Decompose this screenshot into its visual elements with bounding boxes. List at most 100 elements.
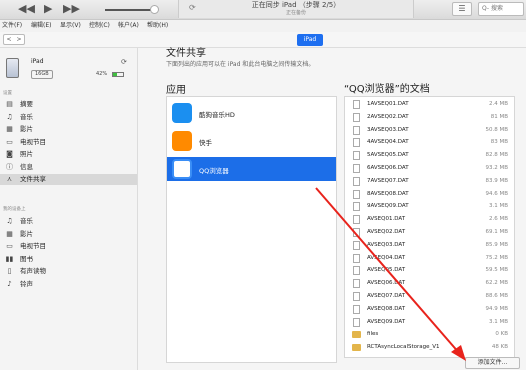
file-row[interactable]: AVSEQ01.DAT 2.6 MB: [345, 214, 514, 225]
app-row[interactable]: 快手: [167, 129, 336, 153]
sidebar-item-movie[interactable]: ▦ 影片: [0, 124, 137, 135]
sidebar-item-audiobook[interactable]: ▯ 有声读物: [0, 266, 137, 277]
sidebar-item-book[interactable]: ▮▮ 图书: [0, 254, 137, 265]
file-row[interactable]: AVSEQ04.DAT 75.2 MB: [345, 253, 514, 264]
menu-help[interactable]: 帮助(H): [147, 21, 168, 31]
document-size: 59.5 MB: [485, 267, 508, 274]
document-size: 0 KB: [495, 331, 508, 338]
play-icon[interactable]: ▶: [44, 2, 52, 16]
music-icon: ♫: [6, 112, 13, 121]
sidebar-item-music[interactable]: ♫ 音乐: [0, 216, 137, 227]
sidebar-item-label: 电视节目: [20, 137, 46, 146]
status-title: 正在同步 iPad （步骤 2/5）: [251, 1, 341, 9]
battery-percent: 42%: [96, 71, 108, 77]
document-icon: [353, 279, 360, 289]
sidebar-item-file-sharing[interactable]: ⋏ 文件共享: [0, 174, 137, 185]
audiobook-icon: ▯: [7, 267, 12, 275]
forward-icon[interactable]: >: [14, 35, 24, 44]
document-name: AVSEQ09.DAT: [367, 318, 406, 325]
fast-forward-icon[interactable]: ▶▶: [63, 2, 80, 16]
document-name: RCTAsyncLocalStorage_V1: [367, 344, 440, 351]
device-button[interactable]: iPad: [297, 34, 323, 46]
sidebar-item-summary[interactable]: ▤ 摘要: [0, 99, 137, 110]
rewind-icon[interactable]: ◀◀: [18, 2, 35, 16]
file-row[interactable]: AVSEQ05.DAT 59.5 MB: [345, 265, 514, 276]
document-icon: [353, 151, 360, 161]
folder-row[interactable]: RCTAsyncLocalStorage_V1 48 KB: [345, 342, 514, 353]
sync-icon[interactable]: ⟳: [121, 58, 127, 66]
add-file-button[interactable]: 添加文件...: [465, 357, 520, 369]
document-size: 62.2 MB: [485, 280, 508, 287]
document-name: AVSEQ06.DAT: [367, 280, 406, 287]
sidebar-item-label: 摘要: [20, 100, 33, 108]
document-icon: [353, 176, 360, 186]
status-subtitle: 正在备份: [285, 10, 306, 16]
document-name: files: [367, 331, 379, 338]
document-icon: [353, 215, 360, 225]
bell-icon: ♪: [7, 279, 12, 288]
file-row[interactable]: AVSEQ09.DAT 3.1 MB: [345, 317, 514, 328]
sidebar-item-photo[interactable]: ◙ 照片: [0, 149, 137, 160]
document-size: 3.1 MB: [488, 203, 508, 210]
file-row[interactable]: 1AVSEQ01.DAT 2.4 MB: [345, 99, 514, 110]
document-size: 3.1 MB: [488, 318, 508, 325]
menu-file[interactable]: 文件(F): [2, 21, 22, 31]
menu-bar: 文件(F) 编辑(E) 显示(V) 控制(C) 帐户(A) 帮助(H): [0, 20, 526, 32]
document-name: 2AVSEQ02.DAT: [367, 113, 409, 120]
page-subtitle: 下面列出的应用可以在 iPad 和此台电脑之间传输文档。: [166, 61, 315, 68]
file-sharing-icon: ⋏: [6, 175, 13, 183]
sidebar-item-info[interactable]: ⓘ 信息: [0, 162, 137, 173]
folder-icon: [352, 331, 361, 339]
sidebar-item-bell[interactable]: ♪ 铃声: [0, 279, 137, 290]
app-row[interactable]: QQ浏览器: [167, 157, 336, 181]
file-row[interactable]: 5AVSEQ05.DAT 82.8 MB: [345, 150, 514, 161]
document-name: AVSEQ02.DAT: [367, 229, 406, 235]
book-icon: ▮▮: [5, 254, 14, 263]
summary-icon: ▤: [6, 100, 13, 108]
folder-row[interactable]: files 0 KB: [345, 329, 514, 340]
sidebar-item-label: 音乐: [20, 217, 33, 225]
menu-view[interactable]: 显示(V): [60, 21, 81, 31]
sidebar-item-tv[interactable]: ▭ 电视节目: [0, 137, 137, 148]
sidebar-item-movie[interactable]: ▦ 影片: [0, 229, 137, 240]
file-row[interactable]: 2AVSEQ02.DAT 81 MB: [345, 112, 514, 123]
file-row[interactable]: 3AVSEQ03.DAT 50.8 MB: [345, 125, 514, 136]
sidebar-item-tv[interactable]: ▭ 电视节目: [0, 241, 137, 252]
file-row[interactable]: AVSEQ06.DAT 62.2 MB: [345, 278, 514, 289]
document-size: 94.9 MB: [485, 305, 508, 312]
file-row[interactable]: 7AVSEQ07.DAT 83.9 MB: [345, 176, 514, 187]
info-icon: ⓘ: [6, 162, 13, 171]
menu-account[interactable]: 帐户(A): [118, 21, 139, 31]
battery-icon: [112, 72, 124, 77]
file-row[interactable]: AVSEQ02.DAT 69.1 MB: [345, 227, 514, 238]
file-row[interactable]: 8AVSEQ08.DAT 94.6 MB: [345, 189, 514, 200]
sidebar-item-label: 影片: [20, 229, 33, 238]
search-input[interactable]: Q- 搜索: [478, 2, 524, 16]
documents-heading: “QQ浏览器”的文档: [344, 84, 430, 95]
volume-slider[interactable]: [105, 9, 153, 11]
ipad-icon: [6, 58, 19, 78]
file-row[interactable]: AVSEQ07.DAT 88.6 MB: [345, 291, 514, 302]
app-name: QQ浏览器: [199, 167, 229, 175]
volume-slider-knob[interactable]: [150, 5, 159, 14]
sidebar-item-label: 音乐: [20, 112, 33, 121]
list-view-button[interactable]: ☰: [452, 2, 472, 16]
document-size: 81 MB: [490, 113, 508, 120]
app-row[interactable]: 酷狗音乐HD: [167, 101, 336, 125]
device-name: iPad: [31, 58, 44, 65]
document-icon: [353, 202, 360, 212]
file-row[interactable]: 9AVSEQ09.DAT 3.1 MB: [345, 201, 514, 212]
back-icon[interactable]: <: [4, 35, 14, 44]
file-row[interactable]: 6AVSEQ06.DAT 93.2 MB: [345, 163, 514, 174]
document-name: 7AVSEQ07.DAT: [367, 177, 409, 184]
menu-edit[interactable]: 编辑(E): [31, 21, 51, 31]
menu-control[interactable]: 控制(C): [89, 21, 110, 31]
file-row[interactable]: 4AVSEQ04.DAT 83 MB: [345, 137, 514, 148]
file-row[interactable]: AVSEQ08.DAT 94.9 MB: [345, 304, 514, 315]
sidebar-item-music[interactable]: ♫ 音乐: [0, 112, 137, 123]
sidebar-item-label: 铃声: [20, 279, 33, 288]
file-row[interactable]: AVSEQ03.DAT 85.9 MB: [345, 240, 514, 251]
document-size: 82.8 MB: [485, 152, 508, 159]
back-forward-buttons[interactable]: < >: [3, 34, 25, 45]
app-name: 快手: [199, 139, 212, 147]
